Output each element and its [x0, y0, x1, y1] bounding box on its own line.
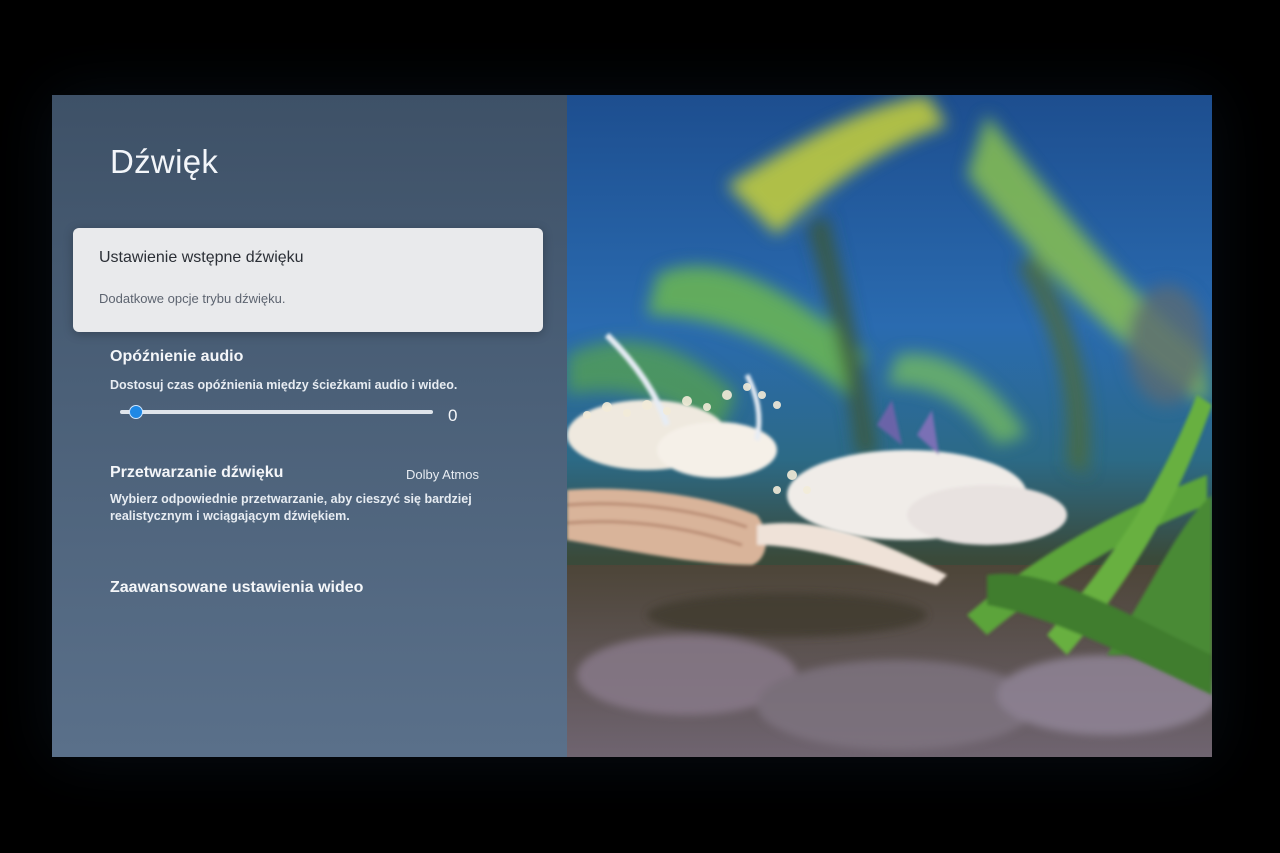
sound-preset-item[interactable]: Ustawienie wstępne dźwięku Dodatkowe opc… [73, 228, 543, 332]
audio-delay-description: Dostosuj czas opóźnienia między ścieżkam… [110, 378, 458, 392]
audio-delay-value: 0 [448, 406, 458, 425]
sound-processing-title: Przetwarzanie dźwięku [110, 464, 284, 481]
page-title: Dźwięk [110, 143, 219, 180]
sound-processing-description-line2: realistycznym i wciągającym dźwiękiem. [110, 509, 350, 523]
audio-delay-title: Opóźnienie audio [110, 348, 244, 365]
advanced-video-title: Zaawansowane ustawienia wideo [110, 579, 364, 596]
sound-processing-value: Dolby Atmos [406, 467, 479, 482]
video-preview [567, 95, 1212, 757]
sound-processing-description-line1: Wybierz odpowiednie przetwarzanie, aby c… [110, 492, 472, 506]
sound-preset-description: Dodatkowe opcje trybu dźwięku. [99, 291, 286, 306]
slider-thumb[interactable] [128, 405, 143, 419]
slider-track [120, 410, 433, 414]
sound-preset-title: Ustawienie wstępne dźwięku [99, 249, 304, 266]
audio-delay-slider[interactable] [120, 404, 433, 420]
tv-screen: Dźwięk Ustawienie wstępne dźwięku Dodatk… [52, 95, 1212, 757]
aquarium-scene-image [567, 95, 1212, 757]
sound-settings-panel: Dźwięk Ustawienie wstępne dźwięku Dodatk… [52, 95, 567, 757]
